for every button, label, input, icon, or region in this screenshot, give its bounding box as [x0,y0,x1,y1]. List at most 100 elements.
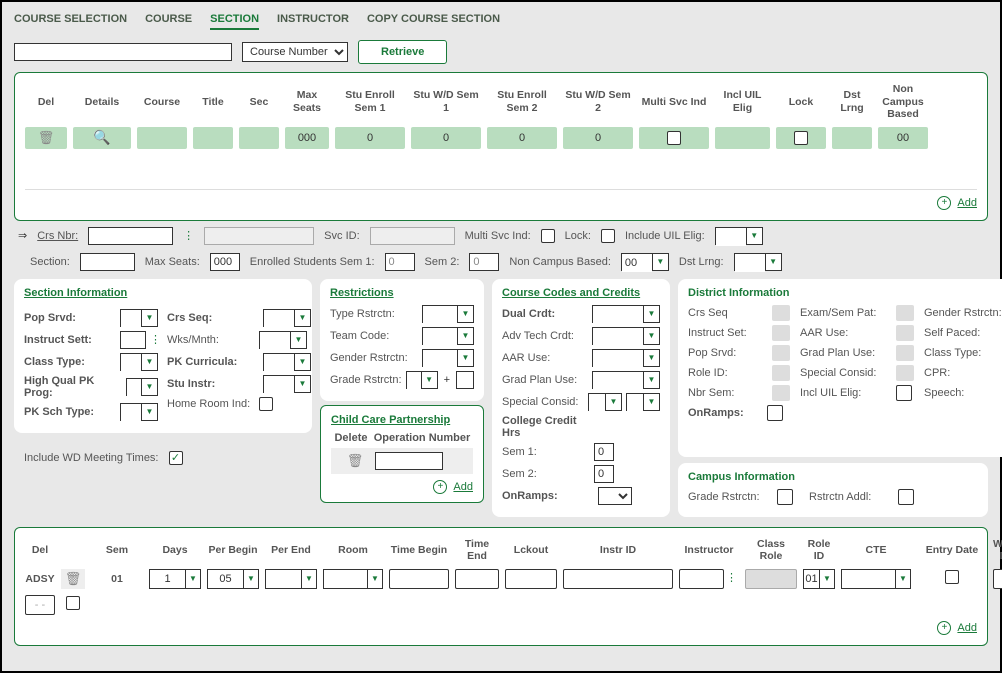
max-seats-input[interactable] [210,253,240,271]
sc2-dd[interactable]: ▼ [626,393,660,411]
g2r-room[interactable] [389,569,449,589]
g2-wd: Withdraw Date [993,538,1002,563]
g2r-ad[interactable] [66,596,80,610]
cch-sem1-input[interactable] [594,443,614,461]
section-input[interactable] [80,253,135,271]
plus-icon[interactable]: + [433,480,447,494]
retrieve-button[interactable]: Retrieve [358,40,447,64]
g2r-wd[interactable]: - - [25,595,55,615]
team-code-dd[interactable]: ▼ [422,327,474,345]
col-msi: Multi Svc Ind [639,96,709,109]
row-lock[interactable] [776,127,826,149]
row-msi[interactable] [639,127,709,149]
col-uil: Incl UIL Elig [715,89,770,114]
crs-seq-dd[interactable]: ▼ [263,309,311,327]
add-ccp-link[interactable]: Add [453,481,473,493]
sc-dd[interactable]: ▼ [588,393,622,411]
tab-copy-course-section[interactable]: COPY COURSE SECTION [367,10,500,30]
d-pop: Pop Srvd: [688,347,763,359]
adv-tech-dd[interactable]: ▼ [592,327,660,345]
pk-curr-dd[interactable]: ▼ [263,353,311,371]
add-meeting-link[interactable]: Add [957,622,977,634]
add-section-link[interactable]: Add [957,197,977,209]
type-rstrctn-label: Type Rstrctn: [330,308,418,320]
col-del: Del [25,96,67,109]
g2r-pe[interactable]: ▼ [323,569,383,589]
row-sec[interactable] [239,127,279,149]
ccp-del[interactable]: 🗑 [335,453,375,469]
wks-mnth-dd[interactable]: ▼ [259,331,307,349]
g2r-lk[interactable] [563,569,673,589]
onramps-select[interactable] [598,487,632,505]
home-room-checkbox[interactable] [259,397,273,411]
crs-nbr-label: Crs Nbr: [37,230,78,242]
c-grade-v [777,489,793,505]
pk-sch-dd[interactable]: ▼ [120,403,158,421]
class-type-dd[interactable]: ▼ [120,353,158,371]
g2-room: Room [323,544,383,557]
g2r-ri[interactable]: ▼ [841,569,911,589]
d-cpr: CPR: [924,367,1002,379]
picker-icon[interactable]: ⋮ [150,333,161,346]
g2r-tb[interactable] [455,569,499,589]
pop-srvd-dd[interactable]: ▼ [120,309,158,327]
grad-plan-dd[interactable]: ▼ [592,371,660,389]
course-select[interactable]: Course Number [242,42,348,62]
multi-svc-checkbox[interactable] [541,229,555,243]
course-input[interactable] [14,43,232,61]
g2r-n: 01 [91,573,143,586]
d-uil: Incl UIL Elig: [800,387,885,399]
pk-curr-label: PK Curricula: [167,356,259,368]
d-sc: Special Consid: [800,367,885,379]
hq-pk-dd[interactable]: ▼ [126,378,158,396]
restrictions-title: Restrictions [330,287,474,299]
cch-label: College Credit Hrs [502,415,590,439]
gender-rstrctn-dd[interactable]: ▼ [422,349,474,367]
tab-course[interactable]: COURSE [145,10,192,30]
g2r-sem[interactable]: 1▼ [149,569,201,589]
picker-icon[interactable]: ⋮ [183,229,194,242]
ncb-dropdown[interactable]: ▼ [621,253,669,271]
op-number-input[interactable] [375,452,443,470]
d-gender: Gender Rstrctn: [924,307,1002,319]
picker-icon[interactable]: ⋮ [724,569,739,589]
dual-crdt-dd[interactable]: ▼ [592,305,660,323]
row-max-seats[interactable]: 000 [285,127,329,149]
g2-ad: ADSY [25,573,55,586]
max-seats-label: Max Seats: [145,256,200,268]
cch-sem2-input[interactable] [594,465,614,483]
dst-dropdown[interactable]: ▼ [734,253,782,271]
col-dst: Dst Lrng [832,89,872,114]
pop-srvd-label: Pop Srvd: [24,312,116,324]
instruct-sett-input[interactable] [120,331,146,349]
row-course[interactable] [137,127,187,149]
g2r-ed[interactable]: - - [993,569,1002,589]
col-wd1: Stu W/D Sem 1 [411,89,481,114]
tab-section[interactable]: SECTION [210,10,259,30]
g2r-cr[interactable]: 01▼ [803,569,835,589]
g2r-ii[interactable] [679,569,724,589]
grade-rstrctn-dd[interactable]: ▼ [406,371,438,389]
g2r-te[interactable] [505,569,557,589]
grade-rstrctn-addl[interactable] [456,371,474,389]
g2r-cte[interactable] [945,570,959,584]
row-details[interactable]: 🔍 [73,127,131,149]
include-wd-checkbox[interactable]: ✓ [169,451,183,465]
aar-use-dd[interactable]: ▼ [592,349,660,367]
row-del[interactable]: 🗑 [25,127,67,149]
adv-tech-label: Adv Tech Crdt: [502,330,588,342]
ccp-op-header: Operation Number [371,432,473,444]
stu-instr-dd[interactable]: ▼ [263,375,311,393]
g2r-del[interactable]: 🗑 [61,569,85,589]
incl-uil-dropdown[interactable]: ▼ [715,227,763,245]
plus-icon[interactable]: + [937,196,951,210]
tab-instructor[interactable]: INSTRUCTOR [277,10,349,30]
type-rstrctn-dd[interactable]: ▼ [422,305,474,323]
lock-checkbox[interactable] [601,229,615,243]
g2r-days[interactable]: 05▼ [207,569,259,589]
district-title: District Information [688,287,1002,299]
g2r-pb[interactable]: ▼ [265,569,317,589]
crs-nbr-input[interactable] [88,227,173,245]
tab-course-selection[interactable]: COURSE SELECTION [14,10,127,30]
plus-icon[interactable]: + [937,621,951,635]
